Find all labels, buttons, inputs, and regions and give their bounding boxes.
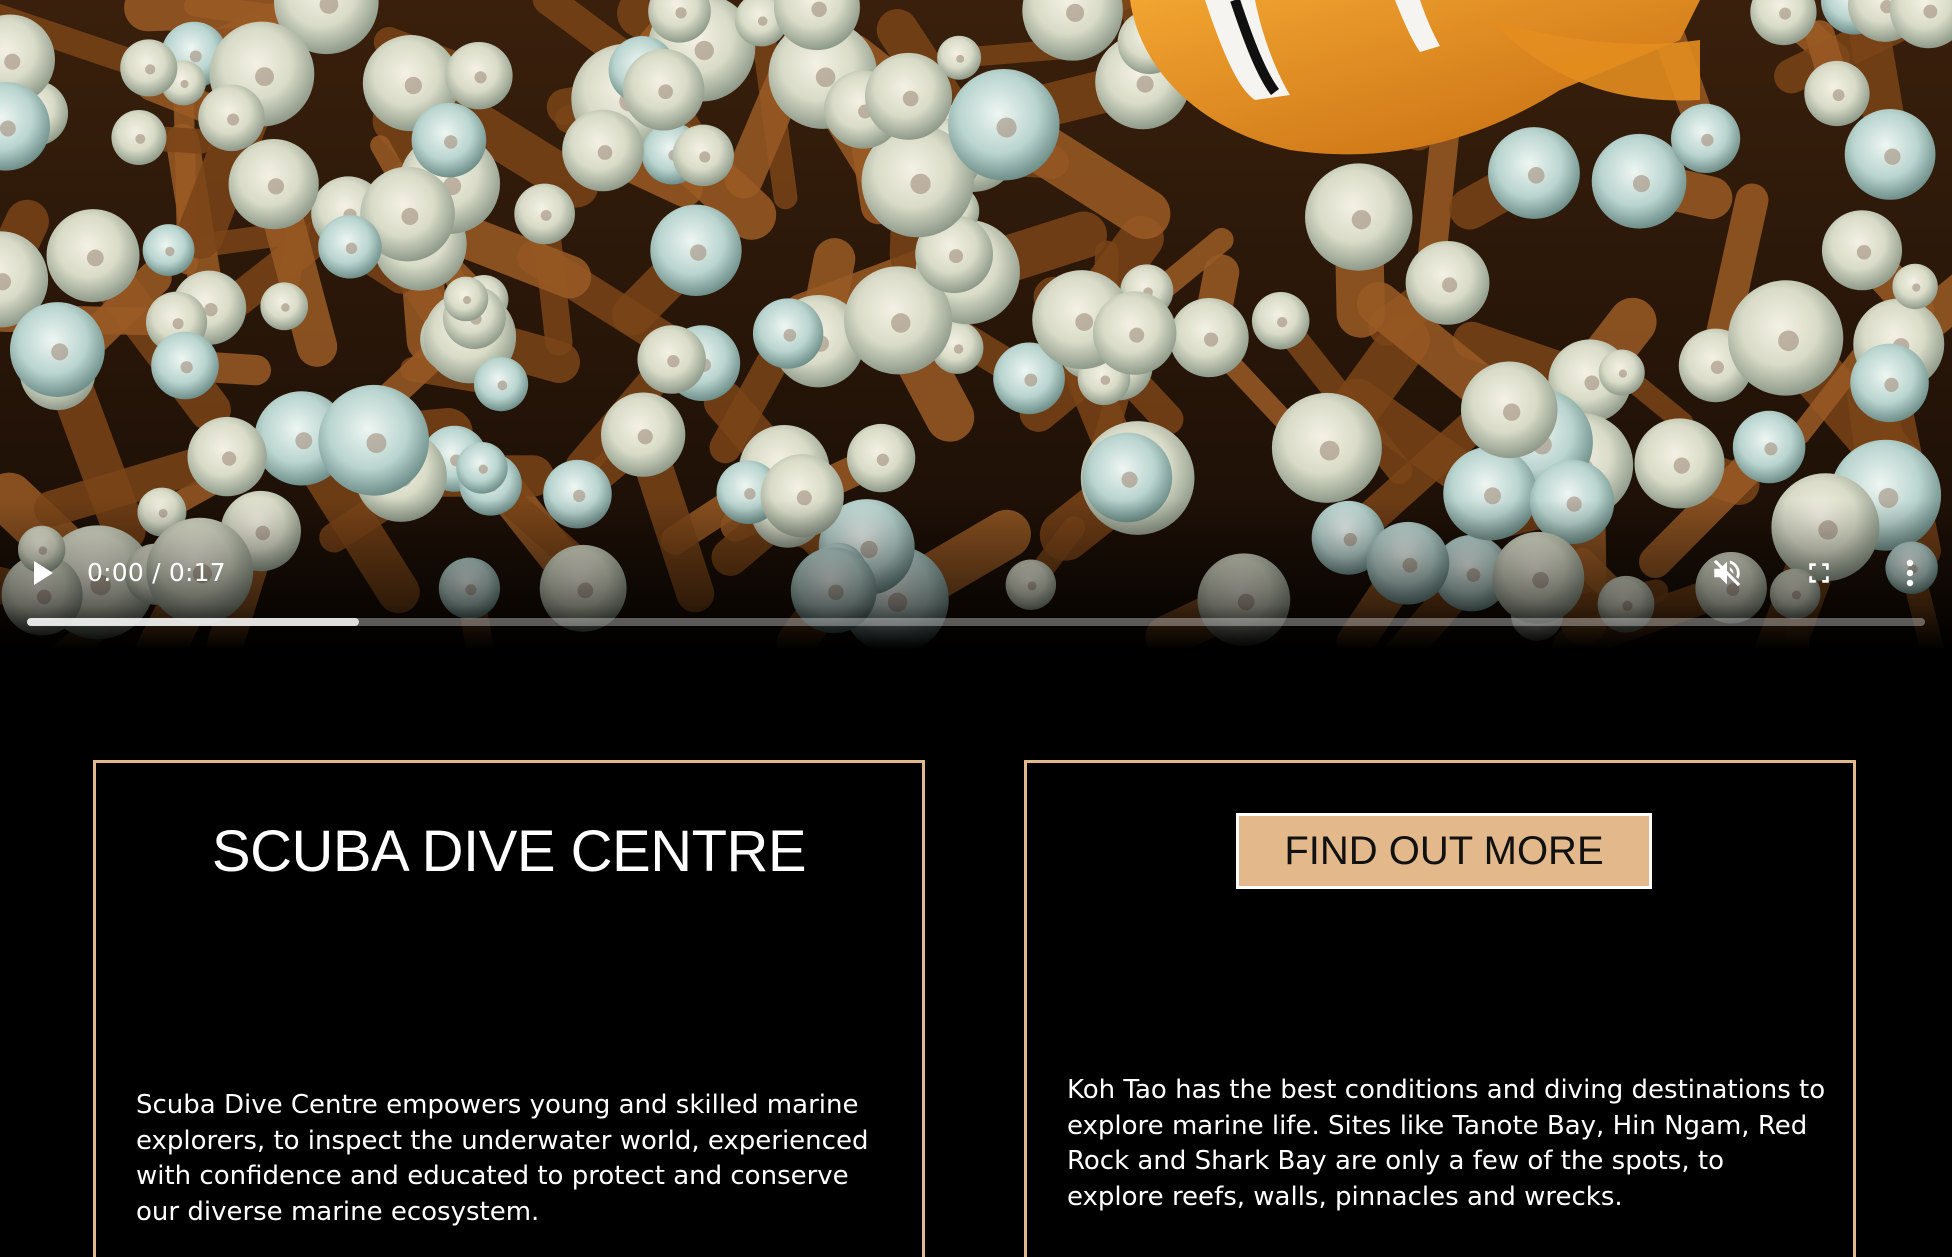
hero-video[interactable]: 0:00 / 0:17: [0, 0, 1952, 650]
info-card: FIND OUT MORE Koh Tao has the best condi…: [1024, 760, 1856, 1257]
fullscreen-icon: [1809, 563, 1829, 583]
more-options-button[interactable]: [1886, 549, 1934, 597]
mute-button[interactable]: [1703, 549, 1751, 597]
page: 0:00 / 0:17 SCUBA DIVE CENTRE Scuba Dive…: [0, 0, 1952, 1257]
card-title: SCUBA DIVE CENTRE: [211, 819, 807, 884]
about-description: Scuba Dive Centre empowers young and ski…: [136, 1090, 869, 1227]
find-out-more-button[interactable]: FIND OUT MORE: [1236, 813, 1652, 889]
fullscreen-button[interactable]: [1795, 549, 1843, 597]
time-display: 0:00 / 0:17: [87, 558, 226, 587]
volume-muted-icon: [1713, 559, 1741, 587]
about-card: SCUBA DIVE CENTRE Scuba Dive Centre empo…: [93, 760, 925, 1257]
progress-buffered: [27, 618, 360, 626]
video-controls: 0:00 / 0:17: [0, 545, 1952, 605]
more-vertical-icon: [1906, 559, 1914, 587]
play-icon: [34, 561, 53, 585]
video-progress-bar[interactable]: [27, 618, 1925, 626]
info-description: Koh Tao has the best conditions and divi…: [1067, 1075, 1826, 1212]
play-button[interactable]: [19, 549, 67, 597]
